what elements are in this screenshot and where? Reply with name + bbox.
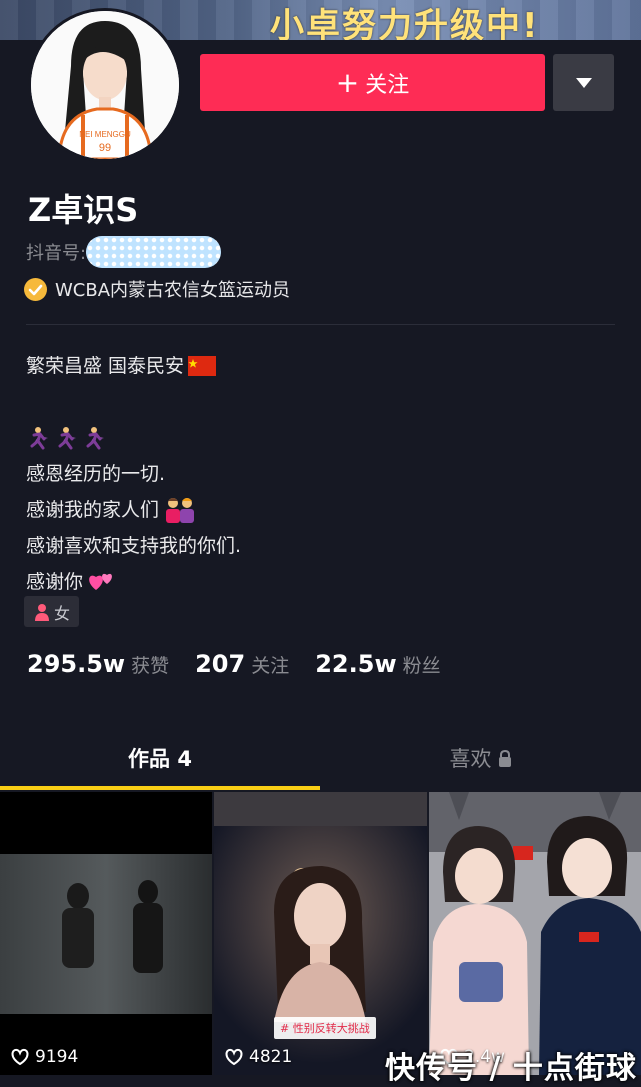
stat-likes: 295.5w 获赞 — [27, 650, 169, 678]
gender-tag: 女 — [24, 596, 80, 627]
video-likes: 9194 — [10, 1047, 78, 1067]
more-options-button[interactable] — [553, 54, 614, 111]
video-3-image — [429, 792, 641, 1075]
video-1-image — [0, 792, 212, 1075]
heart-outline-icon — [225, 1048, 243, 1066]
tab-likes[interactable]: 喜欢 — [320, 728, 641, 788]
video-likes-count: 4821 — [249, 1047, 293, 1067]
bio-text-4: 感谢我的家人们 — [26, 499, 160, 521]
bio-line: 感谢我的家人们 — [26, 492, 241, 528]
svg-text:99: 99 — [99, 142, 111, 154]
tab-active-indicator — [0, 786, 320, 790]
stat-number: 207 — [195, 650, 246, 678]
bio: 繁荣昌盛 国泰民安 感恩经历的一切. 感谢我的家人们 感谢喜欢和支持我的你们. … — [26, 348, 241, 600]
video-likes: 4821 — [224, 1047, 292, 1067]
running-emojis — [26, 420, 241, 456]
heart-outline-icon — [11, 1048, 29, 1066]
profile-name: Z卓识S — [28, 191, 139, 229]
tab-works[interactable]: 作品 4 — [0, 728, 320, 788]
stat-number: 22.5w — [315, 650, 397, 678]
verified-check-icon — [24, 277, 47, 301]
stat-label: 获赞 — [131, 655, 170, 677]
stat-number: 295.5w — [27, 650, 126, 678]
video-likes-count: 9194 — [35, 1047, 79, 1067]
caret-down-icon — [575, 77, 592, 88]
bio-line: 繁荣昌盛 国泰民安 — [26, 348, 241, 384]
video-thumbnail[interactable]: 9194 — [0, 792, 212, 1075]
female-icon — [35, 603, 49, 621]
avatar-illustration: NEI MENGGU 99 — [31, 11, 179, 159]
profile-stats: 295.5w 获赞 207 关注 22.5w 粉丝 — [27, 650, 467, 678]
follow-button-label: 关注 — [365, 72, 410, 98]
divider — [26, 324, 615, 325]
bio-text-5: 感谢喜欢和支持我的你们. — [26, 535, 242, 557]
bio-text-6: 感谢你 — [26, 571, 84, 593]
svg-text:NEI MENGGU: NEI MENGGU — [79, 130, 131, 139]
stat-following[interactable]: 207 关注 — [195, 650, 289, 678]
bio-text-3: 感恩经历的一切. — [26, 463, 166, 485]
content-tabs: 作品 4 喜欢 — [0, 728, 641, 790]
family-emoji-icon — [166, 498, 195, 523]
watermark: 快传号 / 十点街球 — [385, 1051, 637, 1086]
follow-button[interactable]: + 关注 — [200, 54, 545, 111]
video-thumbnail[interactable]: 2.4w — [429, 792, 641, 1075]
lock-icon — [498, 749, 511, 767]
plus-icon: + — [335, 65, 360, 99]
video-thumbnail[interactable]: # 性别反转大挑战 4821 — [214, 792, 427, 1075]
bio-text-1: 繁荣昌盛 国泰民安 — [26, 355, 185, 377]
douyin-id: 抖音号: — [26, 236, 222, 268]
bio-line: 感谢你 — [26, 564, 241, 600]
verification-text: WCBA内蒙古农信女篮运动员 — [55, 280, 291, 301]
bio-line-blank — [26, 384, 241, 420]
bio-line: 感谢喜欢和支持我的你们. — [26, 528, 241, 564]
verification-badge: WCBA内蒙古农信女篮运动员 — [24, 276, 290, 302]
tab-works-label: 作品 4 — [128, 747, 192, 771]
china-flag-icon — [188, 356, 217, 376]
bio-line: 感恩经历的一切. — [26, 456, 241, 492]
douyin-id-redacted — [86, 236, 222, 268]
running-icon — [30, 427, 104, 450]
stat-label: 粉丝 — [402, 655, 441, 677]
stat-label: 关注 — [251, 655, 290, 677]
avatar[interactable]: NEI MENGGU 99 — [28, 8, 182, 162]
stat-followers[interactable]: 22.5w 粉丝 — [315, 650, 440, 678]
challenge-tag: # 性别反转大挑战 — [274, 1017, 376, 1039]
douyin-id-label: 抖音号: — [26, 243, 87, 264]
two-hearts-icon — [89, 573, 112, 590]
banner-text: 小卓努力升级中! — [270, 6, 540, 40]
gender-label: 女 — [54, 603, 71, 623]
tab-likes-label: 喜欢 — [449, 747, 492, 771]
